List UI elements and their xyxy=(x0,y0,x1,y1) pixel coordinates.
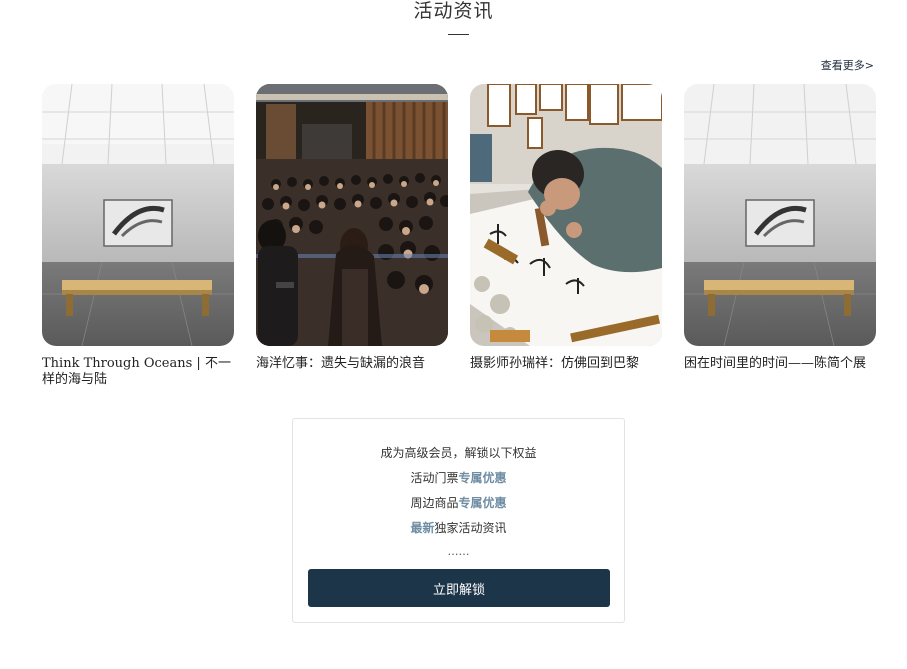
benefit-item: 周边商品专属优惠 xyxy=(293,494,624,511)
gallery-image xyxy=(684,84,876,346)
calligraphy-image xyxy=(470,84,662,346)
benefit-text: 活动门票 xyxy=(410,471,459,485)
benefit-highlight: 专属优惠 xyxy=(458,496,507,510)
benefit-highlight: 专属优惠 xyxy=(458,471,507,485)
gallery-image xyxy=(42,84,234,346)
benefit-highlight: 最新 xyxy=(410,521,435,535)
event-card[interactable]: 摄影师孙瑞祥：仿佛回到巴黎 xyxy=(470,84,662,372)
unlock-button[interactable]: 立即解锁 xyxy=(308,569,610,607)
auditorium-image xyxy=(256,84,448,346)
benefit-item: 活动门票专属优惠 xyxy=(293,469,624,486)
view-more-link[interactable]: 查看更多> xyxy=(821,57,874,73)
event-card-image[interactable] xyxy=(684,84,876,346)
event-card-title[interactable]: Think Through Oceans | 不一样的海与陆 xyxy=(42,356,234,388)
event-card-title[interactable]: 摄影师孙瑞祥：仿佛回到巴黎 xyxy=(470,356,662,372)
membership-headline: 成为高级会员，解锁以下权益 xyxy=(380,446,537,460)
event-card-title[interactable]: 海洋忆事：遗失与缺漏的浪音 xyxy=(256,356,448,372)
event-card-title[interactable]: 困在时间里的时间——陈简个展 xyxy=(684,356,876,372)
event-card-image[interactable] xyxy=(470,84,662,346)
event-card[interactable]: Think Through Oceans | 不一样的海与陆 xyxy=(42,84,234,388)
benefit-item: 最新独家活动资讯 xyxy=(293,519,624,536)
event-card-list: Think Through Oceans | 不一样的海与陆 海洋忆事：遗失与缺… xyxy=(0,84,907,404)
section-title: 活动资讯 xyxy=(413,0,494,22)
event-card-image[interactable] xyxy=(256,84,448,346)
event-card-image[interactable] xyxy=(42,84,234,346)
event-card[interactable]: 海洋忆事：遗失与缺漏的浪音 xyxy=(256,84,448,372)
benefit-text: 周边商品 xyxy=(410,496,459,510)
title-divider xyxy=(448,34,469,35)
benefit-text: 独家活动资讯 xyxy=(434,521,507,535)
benefit-ellipsis: …… xyxy=(447,545,470,558)
membership-panel: 成为高级会员，解锁以下权益 活动门票专属优惠 周边商品专属优惠 最新独家活动资讯… xyxy=(292,418,625,623)
event-card[interactable]: 困在时间里的时间——陈简个展 xyxy=(684,84,876,372)
